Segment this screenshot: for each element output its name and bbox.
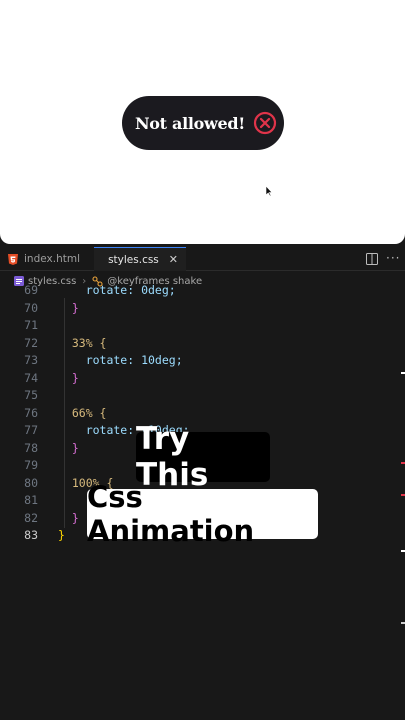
line-number: 82: [24, 510, 38, 525]
code-text: }: [58, 510, 79, 525]
line-number: 79: [24, 458, 38, 472]
code-line[interactable]: 72 33% {: [0, 335, 405, 353]
code-line[interactable]: 74 }: [0, 370, 405, 388]
line-number: 81: [24, 493, 38, 507]
line-number: 75: [24, 388, 38, 402]
code-text: }: [58, 440, 79, 455]
split-editor-icon[interactable]: [366, 253, 378, 265]
line-number: 83: [24, 528, 38, 542]
line-number: 72: [24, 335, 38, 350]
not-allowed-button[interactable]: Not allowed!: [122, 96, 284, 150]
code-text: 33% {: [58, 335, 107, 350]
code-line[interactable]: 69 rotate: 0deg;: [0, 282, 405, 300]
scrollbar-marker: [401, 622, 405, 624]
line-number: 74: [24, 370, 38, 385]
code-text: }: [58, 300, 79, 315]
code-text: rotate: 0deg;: [58, 283, 176, 297]
more-actions-icon[interactable]: ···: [386, 251, 400, 265]
caption-line-2: Css Animation: [87, 480, 318, 548]
scrollbar-marker: [401, 494, 405, 496]
code-text: rotate: 10deg;: [58, 353, 183, 367]
preview-pane: Not allowed!: [0, 0, 405, 244]
tab-index-html[interactable]: index.html: [0, 247, 92, 271]
caption-line-1: Try This: [136, 421, 270, 493]
close-icon[interactable]: ✕: [169, 253, 178, 266]
line-number: 80: [24, 475, 38, 490]
html5-icon: [8, 253, 18, 265]
scrollbar-marker: [401, 372, 405, 374]
code-line[interactable]: 75: [0, 387, 405, 405]
code-text: }: [58, 370, 79, 385]
x-circle-icon: [253, 111, 277, 135]
code-line[interactable]: 70 }: [0, 300, 405, 318]
code-line[interactable]: 71: [0, 317, 405, 335]
editor-tab-bar: index.html styles.css ✕ ···: [0, 247, 405, 271]
toast-label: Not allowed!: [134, 113, 246, 133]
line-number: 73: [24, 353, 38, 367]
line-number: 70: [24, 300, 38, 315]
code-line[interactable]: 76 66% {: [0, 405, 405, 423]
code-text: }: [58, 528, 65, 542]
line-number: 69: [24, 283, 38, 297]
code-text: 66% {: [58, 405, 107, 420]
line-number: 78: [24, 440, 38, 455]
line-number: 77: [24, 423, 38, 437]
scrollbar-marker: [401, 462, 405, 464]
line-number: 76: [24, 405, 38, 420]
line-number: 71: [24, 318, 38, 332]
mouse-cursor-icon: [266, 186, 273, 196]
tab-styles-css[interactable]: styles.css ✕: [94, 247, 186, 271]
tab-label: index.html: [24, 253, 80, 265]
code-line[interactable]: 73 rotate: 10deg;: [0, 352, 405, 370]
tab-label: styles.css: [108, 253, 159, 266]
scrollbar-marker: [401, 550, 405, 552]
